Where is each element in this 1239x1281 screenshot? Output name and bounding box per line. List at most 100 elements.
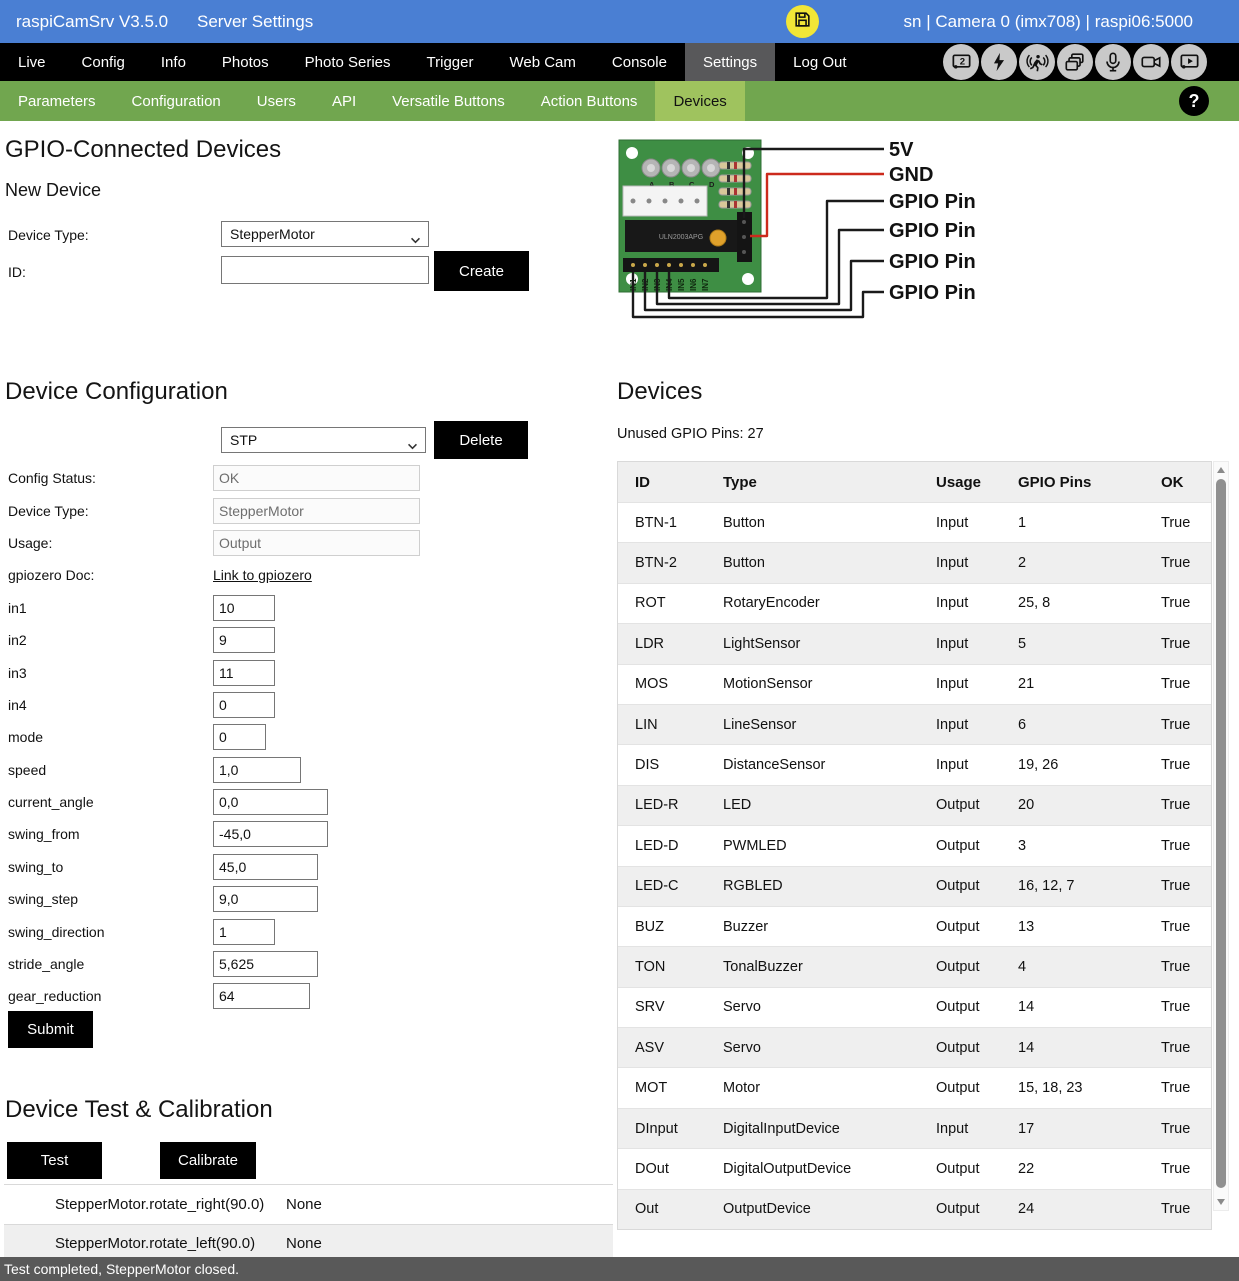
subnav-item-api[interactable]: API: [314, 81, 374, 121]
table-row: MOSMotionSensorInput21True: [618, 665, 1211, 705]
config-field-label: swing_to: [0, 859, 213, 875]
config-row-in1: in1: [0, 592, 615, 624]
subnav-item-users[interactable]: Users: [239, 81, 314, 121]
nav-item-trigger[interactable]: Trigger: [409, 43, 492, 81]
cell-ok: True: [1161, 1080, 1211, 1096]
table-row: ROTRotaryEncoderInput25, 8True: [618, 584, 1211, 624]
header-usage: Usage: [936, 474, 1018, 491]
cell-type: PWMLED: [723, 838, 936, 854]
cell-usage: Output: [936, 838, 1018, 854]
table-row: TONTonalBuzzerOutput4True: [618, 947, 1211, 987]
cell-id: DIS: [635, 757, 723, 773]
unused-gpio-pins: Unused GPIO Pins: 27: [617, 426, 764, 442]
nav-item-console[interactable]: Console: [594, 43, 685, 81]
nav-item-web-cam[interactable]: Web Cam: [491, 43, 593, 81]
video-camera-icon[interactable]: [1133, 44, 1169, 80]
config-input-in4[interactable]: [213, 692, 275, 718]
test-row: StepperMotor.rotate_right(90.0)None: [4, 1185, 613, 1225]
nav-item-config[interactable]: Config: [64, 43, 143, 81]
camera-2-icon[interactable]: 2: [943, 44, 979, 80]
status-message: Test completed, StepperMotor closed.: [4, 1261, 239, 1277]
cell-usage: Input: [936, 555, 1018, 571]
subnav-item-action-buttons[interactable]: Action Buttons: [523, 81, 656, 121]
cell-type: TonalBuzzer: [723, 959, 936, 975]
nav-item-photos[interactable]: Photos: [204, 43, 287, 81]
cell-gpio-pins: 14: [1018, 999, 1161, 1015]
subnav-item-configuration[interactable]: Configuration: [114, 81, 239, 121]
config-input-gear-reduction[interactable]: [213, 983, 310, 1009]
nav-item-live[interactable]: Live: [0, 43, 64, 81]
config-input-in1[interactable]: [213, 595, 275, 621]
config-input-swing-to[interactable]: [213, 854, 318, 880]
config-input-swing-from[interactable]: [213, 821, 328, 847]
devices-title: Devices: [617, 378, 702, 406]
config-input-current-angle[interactable]: [213, 789, 328, 815]
config-field-label: swing_step: [0, 891, 213, 907]
nav-item-settings[interactable]: Settings: [685, 43, 775, 81]
device-select[interactable]: STP: [221, 427, 426, 453]
delete-button[interactable]: Delete: [434, 421, 528, 459]
config-input-in3[interactable]: [213, 660, 275, 686]
submit-button[interactable]: Submit: [8, 1011, 93, 1048]
svg-text:IN7: IN7: [701, 278, 710, 291]
header-id: ID: [635, 474, 723, 491]
cell-type: LED: [723, 797, 936, 813]
table-row: DInputDigitalInputDeviceInput17True: [618, 1109, 1211, 1149]
test-button[interactable]: Test: [7, 1142, 102, 1179]
devices-table-scrollbar[interactable]: [1213, 461, 1229, 1211]
device-id-input[interactable]: [221, 256, 429, 284]
cell-gpio-pins: 4: [1018, 959, 1161, 975]
config-row-usage: Usage:: [0, 527, 615, 559]
cell-gpio-pins: 24: [1018, 1201, 1161, 1217]
subnav-item-parameters[interactable]: Parameters: [0, 81, 114, 121]
microphone-icon[interactable]: [1095, 44, 1131, 80]
create-button[interactable]: Create: [434, 251, 529, 291]
save-settings-button[interactable]: [786, 5, 819, 38]
config-input-mode[interactable]: [213, 724, 266, 750]
svg-text:ULN2003APG: ULN2003APG: [659, 234, 703, 241]
config-input-speed[interactable]: [213, 757, 301, 783]
floppy-disk-icon: [793, 10, 812, 34]
nav-item-photo-series[interactable]: Photo Series: [287, 43, 409, 81]
config-field-label: stride_angle: [0, 956, 213, 972]
subnav-item-devices[interactable]: Devices: [655, 81, 744, 121]
table-row: BUZBuzzerOutput13True: [618, 907, 1211, 947]
scroll-down-icon[interactable]: [1217, 1199, 1225, 1205]
cell-ok: True: [1161, 1201, 1211, 1217]
cell-id: MOS: [635, 676, 723, 692]
cell-gpio-pins: 15, 18, 23: [1018, 1080, 1161, 1096]
cell-id: LED-R: [635, 797, 723, 813]
photo-series-icon[interactable]: [1057, 44, 1093, 80]
motion-sensor-icon[interactable]: [1019, 44, 1055, 80]
capacitor: [710, 230, 726, 246]
config-input-swing-step[interactable]: [213, 886, 318, 912]
devices-table-header: IDTypeUsageGPIO PinsOK: [618, 462, 1211, 503]
flash-icon[interactable]: [981, 44, 1017, 80]
config-input-swing-direction[interactable]: [213, 919, 275, 945]
config-input-stride-angle[interactable]: [213, 951, 318, 977]
cell-id: ROT: [635, 595, 723, 611]
device-type-select[interactable]: StepperMotor: [221, 221, 429, 247]
media-player-icon[interactable]: [1171, 44, 1207, 80]
scroll-up-icon[interactable]: [1217, 467, 1225, 473]
table-row: LED-CRGBLEDOutput16, 12, 7True: [618, 867, 1211, 907]
config-input-in2[interactable]: [213, 627, 275, 653]
device-id-label: ID:: [8, 264, 26, 280]
calibrate-button[interactable]: Calibrate: [160, 1142, 256, 1179]
gpiozero-doc-link[interactable]: Link to gpiozero: [213, 567, 312, 583]
subnav-item-versatile-buttons[interactable]: Versatile Buttons: [374, 81, 523, 121]
nav-item-log-out[interactable]: Log Out: [775, 43, 864, 81]
scrollbar-thumb[interactable]: [1216, 479, 1226, 1188]
nav-item-info[interactable]: Info: [143, 43, 204, 81]
cell-id: LIN: [635, 717, 723, 733]
config-field-label: gpiozero Doc:: [0, 567, 213, 583]
config-field-label: in4: [0, 697, 213, 713]
config-field-label: in1: [0, 600, 213, 616]
cell-usage: Output: [936, 797, 1018, 813]
help-icon[interactable]: ?: [1179, 86, 1209, 116]
devices-table: IDTypeUsageGPIO PinsOK BTN-1ButtonInput1…: [617, 461, 1212, 1230]
table-row: LED-RLEDOutput20True: [618, 786, 1211, 826]
cell-id: MOT: [635, 1080, 723, 1096]
config-row-swing-from: swing_from: [0, 818, 615, 850]
table-row: LINLineSensorInput6True: [618, 705, 1211, 745]
